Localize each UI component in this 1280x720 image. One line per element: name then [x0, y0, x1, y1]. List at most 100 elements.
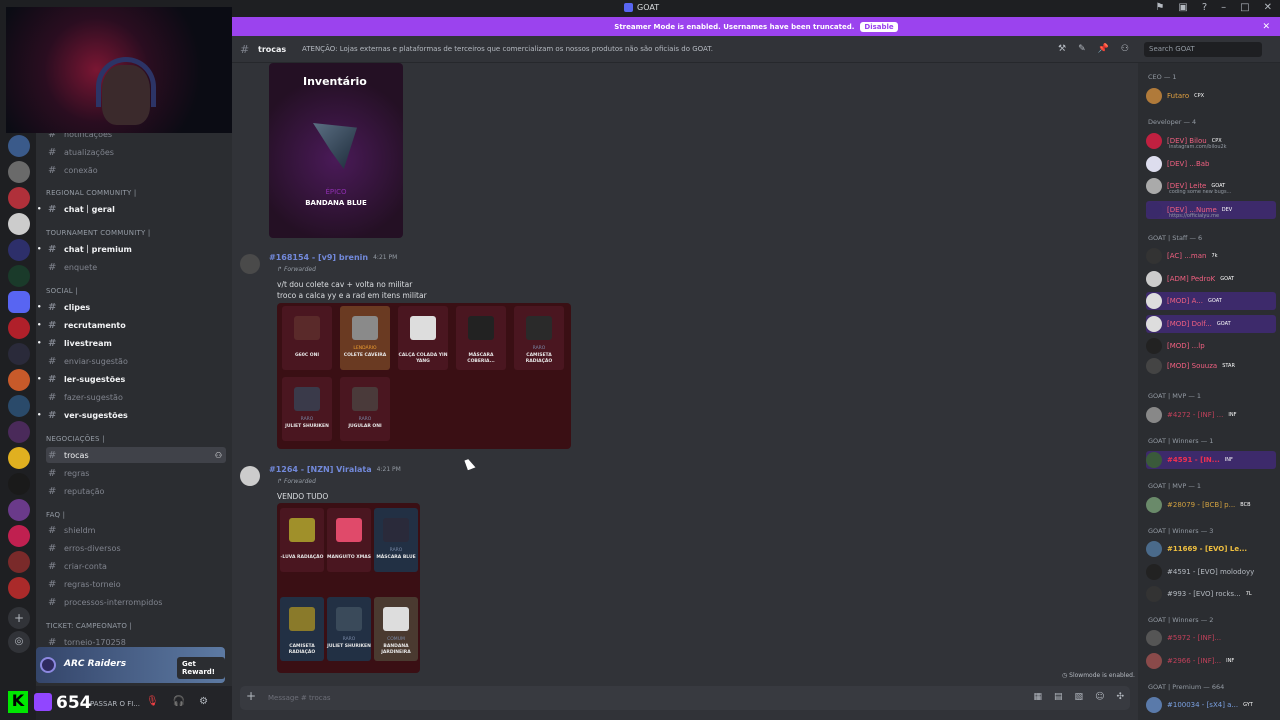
server-icon[interactable] — [8, 551, 30, 573]
headphones-muted-icon[interactable]: 🎧 — [173, 696, 185, 707]
category-faq[interactable]: FAQ | — [46, 511, 65, 519]
server-icon[interactable] — [8, 265, 30, 287]
channel-shieldm[interactable]: # shieldm — [46, 522, 226, 538]
channel-recrutamento[interactable]: • # recrutamento — [37, 317, 226, 333]
channel-clipes[interactable]: • # clipes — [37, 299, 226, 315]
gif-icon[interactable]: ▤ — [1054, 692, 1063, 702]
server-icon[interactable] — [8, 343, 30, 365]
category-social[interactable]: SOCIAL | — [46, 287, 78, 295]
channel-processos-interrompidos[interactable]: # processos-interrompidos — [46, 594, 226, 610]
member-item[interactable]: #4591 - [EVO] molodoyy — [1146, 563, 1276, 581]
channel-criar-conta[interactable]: # criar-conta — [46, 558, 226, 574]
server-icon[interactable] — [8, 499, 30, 521]
channel-regras-torneio[interactable]: # regras-torneio — [46, 576, 226, 592]
server-icon[interactable] — [8, 577, 30, 599]
channel-conexao[interactable]: # conexão — [46, 162, 226, 178]
channel-reputacao[interactable]: # reputação — [46, 483, 226, 499]
channel-fazer-sugestao[interactable]: # fazer-sugestão — [46, 389, 226, 405]
member-item[interactable]: #11669 - [EVO] Le... — [1146, 540, 1276, 558]
channel-livestream[interactable]: • # livestream — [37, 335, 226, 351]
member-item[interactable]: #28079 - [BCB] p... BCB — [1146, 496, 1276, 514]
member-item[interactable]: [DEV] ...Nume DEV https://officialyu.me — [1146, 201, 1276, 219]
channel-enquete[interactable]: # enquete — [46, 259, 226, 275]
channel-erros-diversos[interactable]: # erros-diversos — [46, 540, 226, 556]
add-server-icon[interactable]: + — [8, 607, 30, 629]
server-icon[interactable] — [8, 135, 30, 157]
items-image-1[interactable]: G60C ONI LENDÁRIO COLETE CAVEIRA CALÇA CO… — [277, 303, 571, 449]
server-icon[interactable] — [8, 395, 30, 417]
member-item[interactable]: #993 - [EVO] rocks... 7L — [1146, 585, 1276, 603]
member-item[interactable]: #5972 - [INF]... — [1146, 629, 1276, 647]
channel-ver-sugestoes[interactable]: • # ver-sugestões — [37, 407, 226, 423]
members-icon[interactable]: ⚇ — [1121, 44, 1129, 54]
discover-icon[interactable]: ◎ — [8, 631, 30, 653]
channel-enviar-sugestao[interactable]: # enviar-sugestão — [46, 353, 226, 369]
close-window-button[interactable]: ✕ — [1264, 2, 1272, 13]
get-reward-button[interactable]: Get Reward! — [177, 657, 225, 679]
pin-icon[interactable]: 📌 — [1098, 44, 1109, 54]
add-member-icon[interactable]: ⚇ — [215, 451, 222, 460]
disable-button[interactable]: Disable — [860, 21, 898, 32]
member-item[interactable]: [MOD] ...lp — [1146, 337, 1276, 355]
member-item[interactable]: [MOD] Souuza STAR — [1146, 357, 1276, 375]
channel-trocas[interactable]: # trocas ⚇ — [46, 447, 226, 463]
member-item[interactable]: [DEV] Leite GOAT coding some new bugs... — [1146, 177, 1276, 195]
member-item[interactable]: [DEV] Bilou CPX instagram.com/bilou2k — [1146, 132, 1276, 150]
member-item[interactable]: [DEV] ...Bab — [1146, 155, 1276, 173]
server-icon[interactable] — [8, 447, 30, 469]
flag-icon[interactable]: ⚑ — [1155, 2, 1164, 13]
member-item[interactable]: [AC] ...man 7k — [1146, 247, 1276, 265]
mic-muted-icon[interactable]: 🎙 — [146, 696, 159, 707]
channel-topic[interactable]: ATENÇÃO: Lojas externas e plataformas de… — [302, 45, 713, 53]
message-username[interactable]: #1264 - [NZN] Viralata — [269, 465, 372, 474]
threads-icon[interactable]: ⚒ — [1058, 44, 1066, 54]
server-icon[interactable] — [8, 187, 30, 209]
category-negociacoes[interactable]: NEGOCIAÇÕES | — [46, 435, 105, 443]
folder-icon[interactable] — [8, 291, 30, 313]
help-icon[interactable]: ? — [1202, 2, 1207, 13]
channel-chat-geral[interactable]: • # chat｜geral — [37, 201, 226, 217]
avatar[interactable] — [240, 254, 260, 274]
mute-bell-icon[interactable]: ✎ — [1078, 44, 1086, 54]
server-icon[interactable] — [8, 525, 30, 547]
gift-icon[interactable]: ▦ — [1034, 692, 1043, 702]
maximize-button[interactable]: □ — [1240, 2, 1249, 13]
message-input[interactable]: + Message # trocas ▦ ▤ ▧ ☺ ✣ — [240, 686, 1130, 710]
member-item[interactable]: #4272 - [INF] ... INF — [1146, 406, 1276, 424]
server-icon[interactable] — [8, 369, 30, 391]
search-input[interactable]: Search GOAT — [1144, 42, 1262, 57]
attach-plus-icon[interactable]: + — [246, 689, 256, 703]
sticker-icon[interactable]: ▧ — [1075, 692, 1084, 702]
avatar[interactable] — [240, 466, 260, 486]
member-item[interactable]: [MOD] A... GOAT — [1146, 292, 1276, 310]
settings-gear-icon[interactable]: ⚙ — [199, 696, 208, 707]
server-icon[interactable] — [8, 473, 30, 495]
inventory-image[interactable]: Inventário ÉPICO BANDANA BLUE — [269, 63, 403, 238]
reward-banner[interactable]: ARC Raiders Get Reward! — [36, 647, 225, 683]
member-item[interactable]: #4591 - [IN... INF — [1146, 451, 1276, 469]
server-icon[interactable] — [8, 161, 30, 183]
category-tournament[interactable]: TOURNAMENT COMMUNITY | — [46, 229, 150, 237]
apps-icon[interactable]: ✣ — [1116, 692, 1124, 702]
member-item[interactable]: [MOD] Dolf... GOAT — [1146, 315, 1276, 333]
server-icon[interactable] — [8, 239, 30, 261]
server-icon[interactable] — [8, 421, 30, 443]
inbox-icon[interactable]: ▣ — [1178, 2, 1187, 13]
member-item[interactable]: [ADM] PedroK GOAT — [1146, 270, 1276, 288]
member-item[interactable]: #100034 - [sX4] a... GYT — [1146, 696, 1276, 714]
channel-chat-premium[interactable]: • # chat｜premium — [37, 241, 226, 257]
member-item[interactable]: #2966 - [INF]... INF — [1146, 652, 1276, 670]
channel-atualizacoes[interactable]: # atualizações — [46, 144, 226, 160]
channel-regras[interactable]: # regras — [46, 465, 226, 481]
category-regional[interactable]: REGIONAL COMMUNITY | — [46, 189, 136, 197]
member-item[interactable]: Futaro CPX — [1146, 87, 1276, 105]
minimize-button[interactable]: – — [1221, 2, 1226, 13]
server-icon[interactable] — [8, 317, 30, 339]
channel-ler-sugestoes[interactable]: • # ler-sugestões — [37, 371, 226, 387]
message-username[interactable]: #168154 - [v9] brenin — [269, 253, 368, 262]
close-banner-icon[interactable]: ✕ — [1262, 22, 1270, 32]
server-icon[interactable] — [8, 213, 30, 235]
emoji-icon[interactable]: ☺ — [1095, 692, 1104, 702]
items-image-2[interactable]: -LUVA RADIAÇÃO MANGUITO XMAS RARO MÁSCARA… — [277, 503, 420, 673]
category-ticket[interactable]: TICKET: CAMPEONATO | — [46, 622, 132, 630]
